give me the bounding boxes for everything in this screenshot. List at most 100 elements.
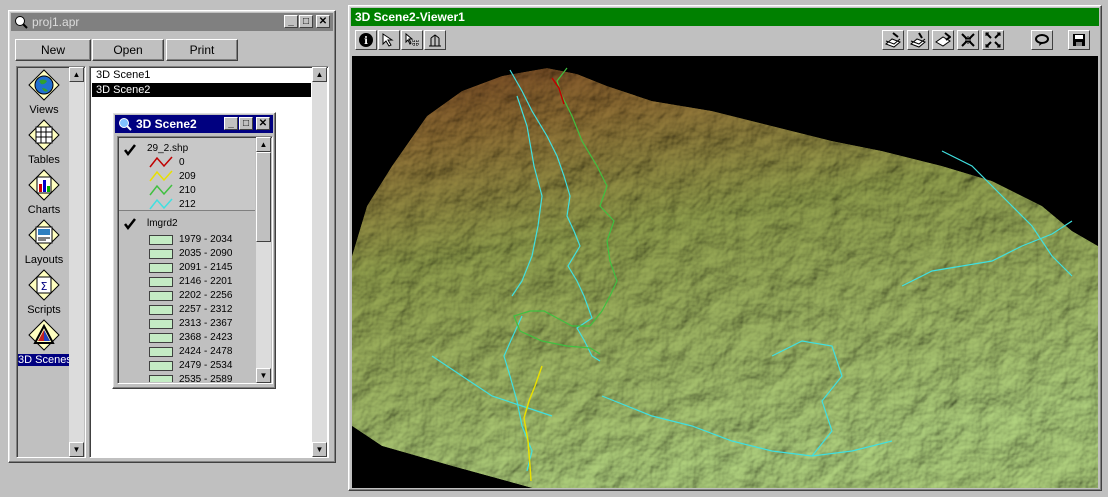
info-tool-button[interactable]: i: [355, 30, 377, 50]
range-label: 2035 - 2090: [179, 248, 233, 259]
range-swatch: [149, 305, 173, 315]
range-swatch: [149, 375, 173, 382]
scene-toc-window: 3D Scene2 _ □ ✕ 29_2.shp 0 209 210 212 l…: [112, 112, 276, 389]
table-icon: [28, 119, 60, 151]
chart-icon: [28, 169, 60, 201]
doc-type-views[interactable]: Views: [17, 69, 71, 116]
class-label: 209: [179, 171, 196, 182]
viewer-title-bar[interactable]: 3D Scene2-Viewer1: [351, 8, 1099, 26]
scene-3d-icon: [28, 319, 60, 351]
scroll-down-button[interactable]: ▼: [256, 368, 271, 383]
theme-visible-checkbox[interactable]: [123, 217, 137, 231]
scroll-up-button[interactable]: ▲: [69, 67, 84, 82]
scroll-down-button[interactable]: ▼: [312, 442, 327, 457]
class-label: 210: [179, 185, 196, 196]
range-label: 2368 - 2423: [179, 332, 233, 343]
toc-scrollbar[interactable]: ▲ ▼: [256, 137, 271, 383]
viewer-toolbar: i: [351, 28, 1099, 54]
zoom-full-extent-button[interactable]: [882, 30, 904, 50]
range-swatch: [149, 277, 173, 287]
zoom-in-icon: [961, 33, 975, 47]
range-label: 2257 - 2312: [179, 304, 233, 315]
line-symbol-212: [149, 198, 173, 210]
zoom-tool-icon: [405, 32, 419, 47]
scroll-up-button[interactable]: ▲: [312, 67, 327, 82]
doc-type-charts[interactable]: Charts: [17, 169, 71, 216]
scroll-up-button[interactable]: ▲: [256, 137, 271, 152]
zoom-active-theme-button[interactable]: [907, 30, 929, 50]
minimize-button[interactable]: _: [284, 15, 298, 28]
navigate-tool-icon: [382, 33, 394, 47]
class-label: 0: [179, 157, 185, 168]
orientation-icon: [1035, 34, 1049, 46]
project-title: proj1.apr: [32, 15, 80, 29]
range-swatch: [149, 333, 173, 343]
terrain-rendering: [352, 67, 1098, 488]
scene-toc-app-icon: [119, 118, 132, 131]
maximize-button[interactable]: □: [239, 117, 253, 130]
range-swatch: [149, 319, 173, 329]
scene-toc-title: 3D Scene2: [136, 117, 197, 131]
class-label: 212: [179, 199, 196, 210]
doc-type-scrollbar[interactable]: ▲ ▼: [69, 67, 84, 457]
scene-canvas[interactable]: [352, 56, 1098, 488]
zoom-selected-icon: [935, 32, 951, 47]
zoom-active-theme-icon: [910, 32, 926, 48]
zoom-tool-button[interactable]: [401, 30, 423, 50]
navigate-tool-button[interactable]: [378, 30, 400, 50]
doc-type-scripts[interactable]: Σ Scripts: [17, 269, 71, 316]
range-swatch: [149, 249, 173, 259]
theme-name: lmgrd2: [147, 218, 178, 229]
fly-tool-button[interactable]: [424, 30, 446, 50]
document-list-scrollbar[interactable]: ▲ ▼: [312, 67, 327, 457]
range-label: 2535 - 2589: [179, 374, 233, 382]
range-label: 1979 - 2034: [179, 234, 233, 245]
viewer-title: 3D Scene2-Viewer1: [355, 10, 465, 24]
script-icon: Σ: [28, 269, 60, 301]
zoom-selected-button[interactable]: [932, 30, 954, 50]
print-button[interactable]: Print: [166, 39, 238, 61]
doc-type-tables[interactable]: Tables: [17, 119, 71, 166]
close-button[interactable]: ✕: [316, 15, 330, 28]
svg-text:Σ: Σ: [41, 280, 48, 293]
range-label: 2424 - 2478: [179, 346, 233, 357]
svg-text:i: i: [364, 36, 368, 47]
minimize-button[interactable]: _: [224, 117, 238, 130]
project-app-icon: [15, 16, 28, 29]
new-button[interactable]: New: [15, 39, 91, 61]
range-swatch: [149, 361, 173, 371]
scene-toc-title-bar[interactable]: 3D Scene2 _ □ ✕: [115, 115, 273, 133]
close-button[interactable]: ✕: [256, 117, 270, 130]
info-tool-icon: i: [359, 33, 373, 47]
theme-entry: lmgrd2 1979 - 2034 2035 - 2090 2091 - 2145…: [119, 215, 255, 382]
range-swatch: [149, 263, 173, 273]
range-label: 2202 - 2256: [179, 290, 233, 301]
table-of-contents: 29_2.shp 0 209 210 212 lmgrd2 1979 - 203…: [117, 136, 273, 384]
theme-name: 29_2.shp: [147, 143, 189, 154]
scroll-down-button[interactable]: ▼: [69, 442, 84, 457]
range-label: 2146 - 2201: [179, 276, 233, 287]
range-label: 2479 - 2534: [179, 360, 233, 371]
project-title-bar[interactable]: proj1.apr _ □ ✕: [11, 13, 333, 31]
scroll-thumb[interactable]: [256, 152, 271, 242]
zoom-in-button[interactable]: [957, 30, 979, 50]
open-button[interactable]: Open: [92, 39, 164, 61]
zoom-full-extent-icon: [885, 32, 901, 48]
fly-tool-icon: [429, 34, 441, 47]
orientation-button[interactable]: [1031, 30, 1053, 50]
document-item[interactable]: 3D Scene1: [92, 68, 311, 82]
save-icon: [1073, 34, 1085, 46]
doc-type-layouts[interactable]: Layouts: [17, 219, 71, 266]
save-button[interactable]: [1068, 30, 1090, 50]
range-swatch: [149, 347, 173, 357]
document-item-selected[interactable]: 3D Scene2: [92, 83, 311, 97]
doc-type-3d-scenes[interactable]: 3D Scenes: [17, 319, 72, 366]
viewer-window: 3D Scene2-Viewer1 i: [348, 5, 1102, 491]
theme-entry: 29_2.shp 0 209 210 212: [119, 138, 255, 211]
zoom-out-button[interactable]: [982, 30, 1004, 50]
theme-visible-checkbox[interactable]: [123, 143, 137, 157]
line-symbol-209: [149, 170, 173, 182]
line-symbol-0: [149, 156, 173, 168]
zoom-out-icon: [985, 32, 1001, 48]
maximize-button[interactable]: □: [299, 15, 313, 28]
